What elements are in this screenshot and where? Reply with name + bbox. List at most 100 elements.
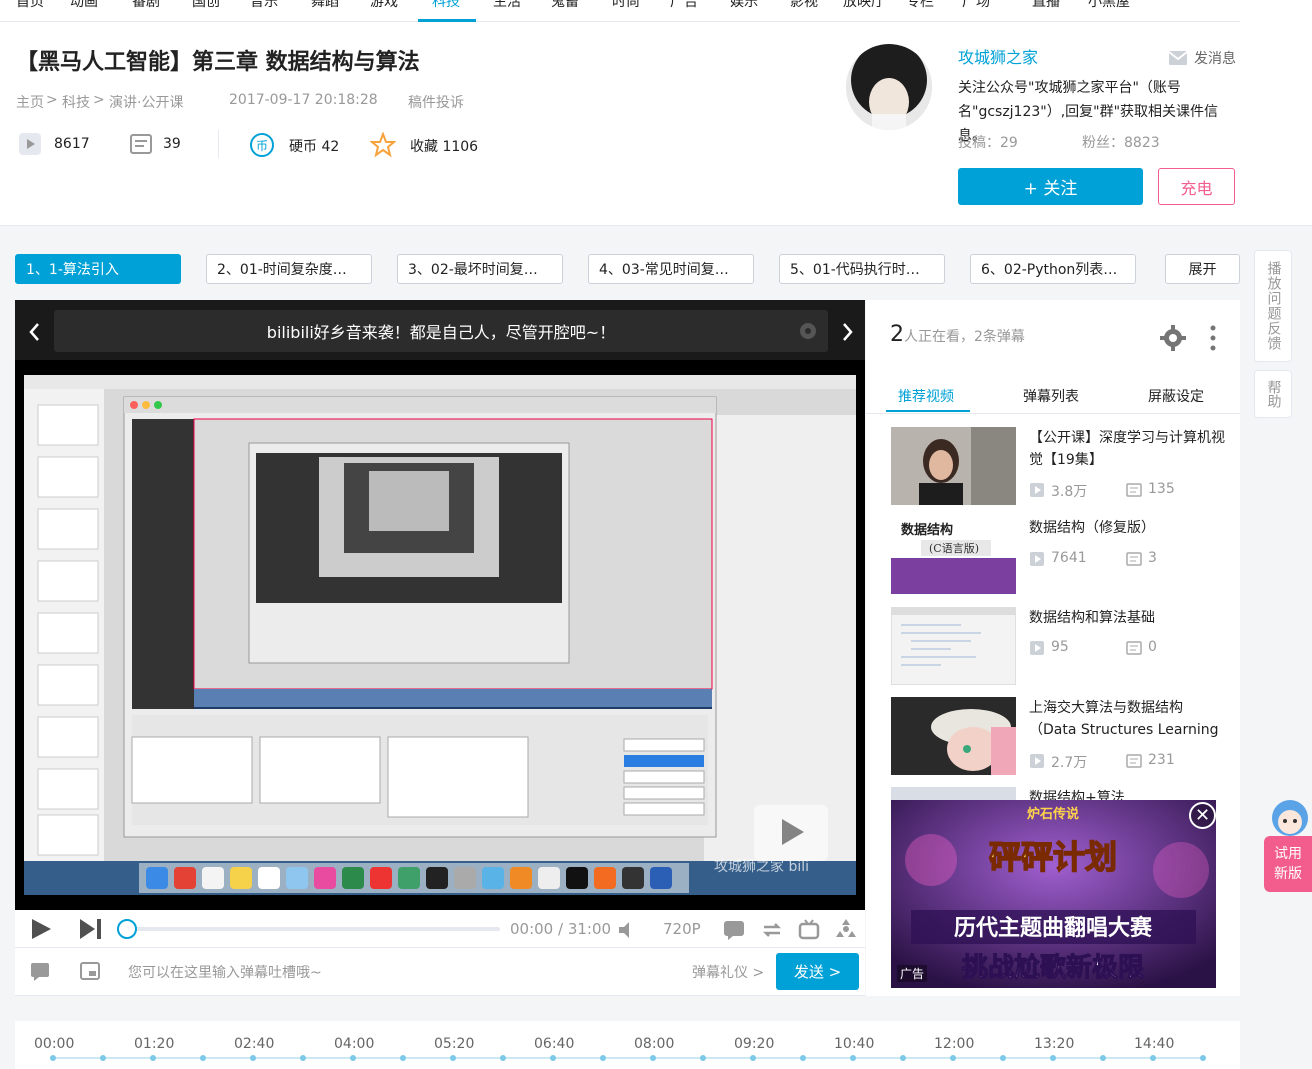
nav-item-16[interactable]: 广场: [962, 0, 990, 11]
timeline-dot[interactable]: [150, 1055, 156, 1061]
nav-item-13[interactable]: 影视: [790, 0, 818, 11]
timeline-dot[interactable]: [750, 1055, 756, 1061]
part-tab-1[interactable]: 1、1-算法引入: [15, 254, 181, 284]
up-avatar[interactable]: [846, 44, 932, 130]
part-tab-3[interactable]: 3、02-最坏时间复…: [397, 254, 563, 284]
next-icon[interactable]: [78, 916, 104, 942]
timeline-dot[interactable]: [600, 1055, 606, 1061]
nav-item-5[interactable]: 舞蹈: [311, 0, 339, 11]
danmaku-input[interactable]: 您可以在这里输入弹幕吐槽哦~: [128, 962, 322, 982]
tab-danmaku-list[interactable]: 弹幕列表: [1023, 386, 1079, 406]
coin-count[interactable]: 硬币 42: [289, 136, 339, 156]
nav-item-10[interactable]: 时尚: [612, 0, 640, 11]
rec-thumbnail-1[interactable]: [891, 427, 1016, 505]
charge-button[interactable]: 充电: [1158, 168, 1235, 205]
tv-icon[interactable]: [798, 919, 820, 941]
timeline-dot[interactable]: [1150, 1055, 1156, 1061]
breadcrumb-tech[interactable]: 科技: [62, 92, 90, 112]
favorite-count[interactable]: 收藏 1106: [410, 136, 478, 156]
send-message-button[interactable]: 发消息: [1168, 48, 1236, 68]
tab-block-settings[interactable]: 屏蔽设定: [1148, 386, 1204, 406]
rec-title-3[interactable]: 数据结构和算法基础: [1029, 607, 1229, 629]
send-danmaku-button[interactable]: 发送 >: [776, 953, 859, 990]
timeline-dot[interactable]: [450, 1055, 456, 1061]
rec-title-1[interactable]: 【公开课】深度学习与计算机视觉【19集】: [1029, 427, 1229, 471]
nav-item-17[interactable]: 直播: [1032, 0, 1060, 11]
timeline-dot[interactable]: [400, 1055, 406, 1061]
tab-recommended[interactable]: 推荐视频: [898, 386, 954, 406]
nav-item-0[interactable]: 首页: [16, 0, 44, 11]
breadcrumb-talks[interactable]: 演讲·公开课: [109, 92, 183, 112]
danmaku-etiquette-link[interactable]: 弹幕礼仪 >: [692, 962, 764, 982]
rec-thumbnail-5[interactable]: [891, 787, 1016, 800]
timeline-dot[interactable]: [950, 1055, 956, 1061]
timeline-dot[interactable]: [500, 1055, 506, 1061]
nav-item-11[interactable]: 广告: [670, 0, 698, 11]
playback-feedback-tab[interactable]: 播放问题反馈: [1254, 250, 1292, 362]
rec-title-2[interactable]: 数据结构（修复版）: [1029, 517, 1229, 539]
timeline-dot[interactable]: [800, 1055, 806, 1061]
follow-button[interactable]: + 关注: [958, 168, 1143, 205]
nav-item-3[interactable]: 国创: [192, 0, 220, 11]
timeline-dot[interactable]: [200, 1055, 206, 1061]
timeline-dot[interactable]: [1200, 1055, 1206, 1061]
help-tab[interactable]: 帮助: [1254, 370, 1292, 418]
danmaku-toggle-icon[interactable]: [723, 920, 745, 940]
rec-thumbnail-3[interactable]: [891, 607, 1016, 685]
danmaku-style-icon[interactable]: [30, 961, 50, 981]
ad-close-button[interactable]: ✕: [1189, 802, 1216, 829]
video-frame[interactable]: 攻城狮之家 bili: [24, 375, 856, 895]
timeline-dot[interactable]: [1050, 1055, 1056, 1061]
chevron-left-icon[interactable]: [26, 320, 44, 344]
timeline-dot[interactable]: [850, 1055, 856, 1061]
volume-icon[interactable]: [617, 920, 637, 940]
progress-bar[interactable]: [127, 927, 500, 931]
part-tab-2[interactable]: 2、01-时间复杂度…: [206, 254, 372, 284]
nav-item-8[interactable]: 生活: [493, 0, 521, 11]
breadcrumb-home[interactable]: 主页: [16, 92, 44, 112]
part-tab-4[interactable]: 4、03-常见时间复…: [588, 254, 754, 284]
nav-item-9[interactable]: 鬼畜: [551, 0, 579, 11]
nav-item-7[interactable]: 科技: [432, 0, 460, 11]
timeline-dot[interactable]: [1000, 1055, 1006, 1061]
timeline-dot[interactable]: [550, 1055, 556, 1061]
timeline-dot[interactable]: [50, 1055, 56, 1061]
nav-item-6[interactable]: 游戏: [370, 0, 398, 11]
rec-thumbnail-2[interactable]: 数据结构 (C语言版): [891, 516, 1016, 594]
part-tab-6[interactable]: 6、02-Python列表…: [970, 254, 1136, 284]
timeline-dot[interactable]: [650, 1055, 656, 1061]
favorite-star-icon[interactable]: [370, 132, 396, 158]
nav-item-14[interactable]: 放映厅: [843, 0, 885, 11]
timeline-dot[interactable]: [900, 1055, 906, 1061]
part-tab-5[interactable]: 5、01-代码执行时…: [779, 254, 945, 284]
up-name[interactable]: 攻城狮之家: [958, 44, 1038, 68]
mascot-icon[interactable]: [1268, 794, 1312, 838]
timeline-dot[interactable]: [350, 1055, 356, 1061]
nav-item-1[interactable]: 动画: [70, 0, 98, 11]
chevron-right-icon[interactable]: [838, 320, 856, 344]
rec-title-5[interactable]: 数据结构+算法: [1029, 787, 1229, 800]
settings-gear-icon[interactable]: [1159, 324, 1187, 352]
nav-item-15[interactable]: 专栏: [906, 0, 934, 11]
gear-icon[interactable]: [797, 320, 819, 342]
ad-banner[interactable]: 炉石传说 砰砰计划 历代主题曲翻唱大赛 挑战尬歌新极限: [891, 800, 1216, 988]
timeline-dot[interactable]: [1100, 1055, 1106, 1061]
timeline-dot[interactable]: [100, 1055, 106, 1061]
coin-icon[interactable]: 币: [249, 132, 275, 158]
expand-parts-button[interactable]: 展开: [1165, 254, 1240, 284]
nav-item-4[interactable]: 音乐: [250, 0, 278, 11]
timeline-dot[interactable]: [250, 1055, 256, 1061]
nav-item-2[interactable]: 番剧: [132, 0, 160, 11]
danmaku-mode-icon[interactable]: [80, 961, 100, 981]
loop-icon[interactable]: [761, 920, 783, 940]
play-icon[interactable]: [28, 916, 54, 942]
rec-title-4[interactable]: 上海交大算法与数据结构（Data Structures Learning: [1029, 697, 1229, 741]
timeline-dot[interactable]: [300, 1055, 306, 1061]
fullscreen-icon[interactable]: [835, 918, 857, 940]
timeline-dot[interactable]: [700, 1055, 706, 1061]
try-new-version-button[interactable]: 试用 新版: [1264, 836, 1312, 892]
nav-item-18[interactable]: 小黑屋: [1088, 0, 1130, 11]
progress-knob[interactable]: [117, 919, 137, 939]
nav-item-12[interactable]: 娱乐: [730, 0, 758, 11]
quality-selector[interactable]: 720P: [663, 920, 701, 938]
